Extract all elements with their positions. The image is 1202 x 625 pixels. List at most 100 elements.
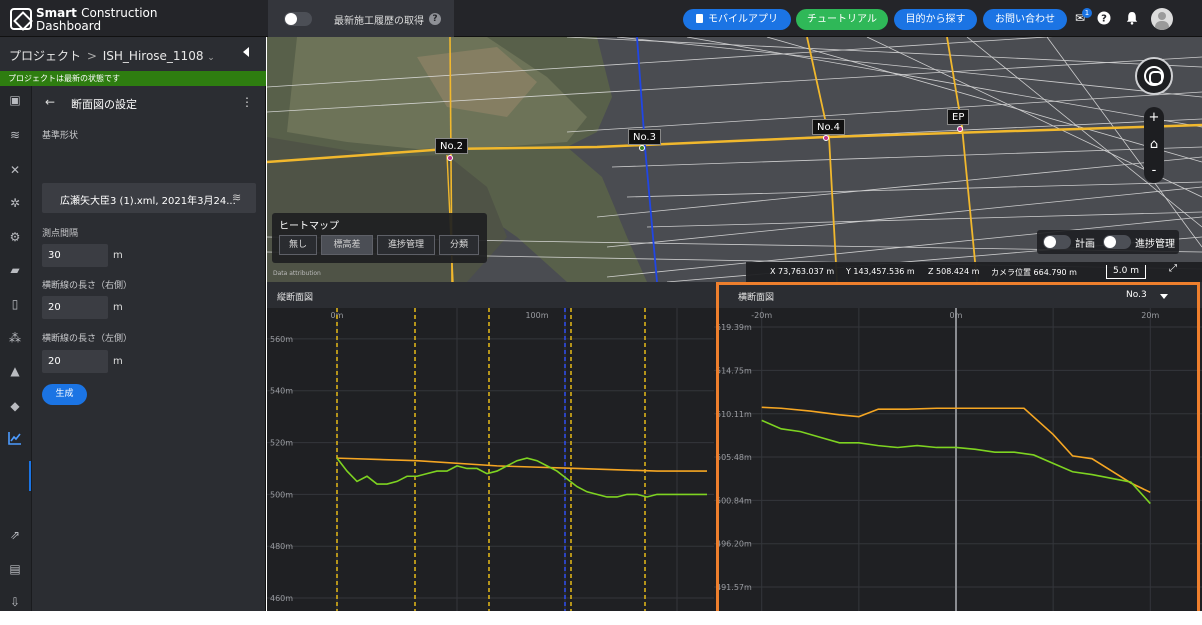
shape-label: 基準形状: [42, 131, 79, 141]
plan-toggle-label: 計画: [1075, 239, 1095, 250]
y-tick-label: 510.11m: [716, 410, 752, 419]
page-bottom-margin: [0, 611, 1202, 625]
map-3d-view[interactable]: No.2 No.3 No.4 EP ヒートマップ 無し 標高差 進捗管理 分類 …: [267, 37, 1202, 282]
shape-select-value: 広瀬矢大臣3 (1).xml, 2021年3月24...: [60, 196, 236, 207]
left-length-input[interactable]: 20: [42, 350, 108, 373]
tool-rail: ▣ ≋ ✕ ✲ ⚙ ▰ ▯ ⁂ ▲ ◆ ⇗ ▤ ⇩: [0, 86, 32, 611]
plan-toggle[interactable]: [1043, 235, 1071, 249]
left-length-label: 横断線の長さ（左側）: [42, 334, 133, 344]
left-length-unit: m: [113, 356, 123, 367]
paint-icon[interactable]: ◆: [7, 398, 23, 414]
right-length-input[interactable]: 20: [42, 296, 108, 319]
more-menu-icon[interactable]: ⋮: [241, 95, 253, 109]
device-icon[interactable]: ▯: [7, 296, 23, 312]
contact-button[interactable]: お問い合わせ: [983, 9, 1067, 30]
purpose-search-button[interactable]: 目的から探す: [894, 9, 977, 30]
cross-profile-title: 横断面図: [738, 293, 775, 303]
coord-y: Y 143,457.536 m: [846, 267, 915, 276]
shape-select[interactable]: 広瀬矢大臣3 (1).xml, 2021年3月24... ≋: [42, 183, 256, 213]
help-circle-icon[interactable]: ?: [1097, 11, 1111, 25]
long-profile-chart[interactable]: 560m540m520m500m480m460m0m100m: [267, 308, 714, 611]
bell-icon[interactable]: [1125, 11, 1139, 25]
svg-text:?: ?: [1101, 14, 1107, 25]
mobile-app-button[interactable]: モバイルアプリ: [683, 9, 791, 30]
heatmap-option-progress[interactable]: 進捗管理: [377, 235, 435, 255]
group-icon[interactable]: ⁂: [7, 330, 23, 346]
y-tick-label: 519.39m: [716, 323, 752, 332]
zoom-in-button[interactable]: +: [1144, 108, 1164, 128]
chevron-down-icon[interactable]: [1160, 294, 1168, 299]
logo-mark-icon: [10, 8, 32, 30]
station-marker-label[interactable]: EP: [947, 109, 970, 125]
heatmap-option-classification[interactable]: 分類: [439, 235, 479, 255]
y-tick-label: 560m: [270, 335, 293, 344]
back-arrow-icon[interactable]: ←: [45, 95, 55, 109]
active-rail-indicator: [29, 461, 31, 491]
heatmap-option-none[interactable]: 無し: [279, 235, 317, 255]
x-tick-label: 100m: [525, 311, 548, 320]
history-label: 最新施工履歴の取得: [334, 16, 424, 27]
coord-x: X 73,763.037 m: [770, 267, 835, 276]
external-link-icon[interactable]: ⇗: [7, 527, 23, 543]
app-logo[interactable]: Smart Construction Dashboard: [6, 5, 266, 33]
station-marker-dot[interactable]: [447, 155, 453, 161]
interval-label: 測点間隔: [42, 229, 79, 239]
shapes-icon[interactable]: ▲: [7, 363, 23, 379]
cross-profile-panel: 横断面図 No.3 519.39m 514.75m 510.11m 505.48m 50…: [714, 282, 1202, 611]
y-tick-label: 496.20m: [716, 540, 752, 549]
long-profile-header: 縦断面図: [267, 282, 714, 308]
x-tick-label: 0m: [950, 311, 963, 320]
station-marker-dot[interactable]: [957, 126, 963, 132]
image-icon[interactable]: ▣: [7, 92, 23, 108]
tools-icon[interactable]: ✕: [7, 162, 23, 178]
logo-line1: Smart Construction: [36, 6, 158, 20]
station-marker-dot[interactable]: [639, 145, 645, 151]
compass-icon[interactable]: [1135, 57, 1173, 95]
station-marker-dot[interactable]: [823, 135, 829, 141]
expand-icon[interactable]: ⤢: [1169, 263, 1177, 274]
user-avatar[interactable]: [1151, 8, 1173, 30]
heatmap-option-elevation[interactable]: 標高差: [321, 235, 373, 255]
gear-icon[interactable]: ✲: [7, 195, 23, 211]
breadcrumb-separator: >: [86, 49, 97, 63]
download-document-icon[interactable]: ⇩: [7, 594, 23, 610]
left-panel: プロジェクト > ISH_Hirose_1108 ⌄ プロジェクトは最新の状態で…: [0, 37, 266, 611]
generate-button[interactable]: 生成: [42, 384, 87, 405]
help-icon[interactable]: ?: [429, 13, 441, 25]
scale-bar: 5.0 m: [1106, 265, 1146, 279]
heatmap-title: ヒートマップ: [279, 221, 339, 232]
coordinate-bar: X 73,763.037 m Y 143,457.536 m Z 508.424…: [746, 262, 1202, 282]
breadcrumb-root[interactable]: プロジェクト: [9, 49, 81, 63]
document-icon[interactable]: ▤: [7, 561, 23, 577]
y-tick-label: 500m: [270, 490, 293, 499]
station-marker-label[interactable]: No.3: [628, 129, 661, 145]
collapse-panel-icon[interactable]: [243, 47, 249, 57]
chevron-down-icon[interactable]: ⌄: [207, 53, 215, 63]
top-bar: Smart Construction Dashboard 最新施工履歴の取得 ?…: [0, 0, 1202, 37]
y-tick-label: 480m: [270, 542, 293, 551]
y-tick-label: 514.75m: [716, 366, 752, 375]
x-tick-label: -20m: [751, 311, 772, 320]
data-attribution[interactable]: Data attribution: [273, 270, 321, 277]
folder-icon[interactable]: ▰: [7, 262, 23, 278]
history-toggle[interactable]: [284, 12, 312, 26]
x-tick-label: 20m: [1141, 311, 1159, 320]
zoom-out-button[interactable]: -: [1144, 161, 1164, 181]
station-marker-label[interactable]: No.2: [435, 138, 468, 154]
tutorial-button[interactable]: チュートリアル: [796, 9, 888, 30]
cross-profile-header: 横断面図 No.3: [714, 282, 1202, 308]
station-marker-label[interactable]: No.4: [812, 119, 845, 135]
home-icon[interactable]: ⌂: [1144, 135, 1164, 155]
profile-chart-icon[interactable]: [7, 431, 23, 447]
interval-input[interactable]: 30: [42, 244, 108, 267]
cross-profile-chart[interactable]: 519.39m 514.75m 510.11m 505.48m 500.84m 496.2…: [714, 308, 1202, 611]
machine-icon[interactable]: ⚙: [7, 229, 23, 245]
breadcrumb[interactable]: プロジェクト > ISH_Hirose_1108 ⌄: [9, 47, 215, 64]
station-select[interactable]: No.3: [1126, 290, 1147, 300]
project-name[interactable]: ISH_Hirose_1108: [103, 49, 204, 63]
layers-icon[interactable]: ≋: [7, 127, 23, 143]
y-tick-label: 520m: [270, 439, 293, 448]
progress-toggle-label: 進捗管理: [1135, 239, 1175, 250]
right-length-label: 横断線の長さ（右側）: [42, 281, 133, 291]
progress-toggle[interactable]: [1103, 235, 1131, 249]
